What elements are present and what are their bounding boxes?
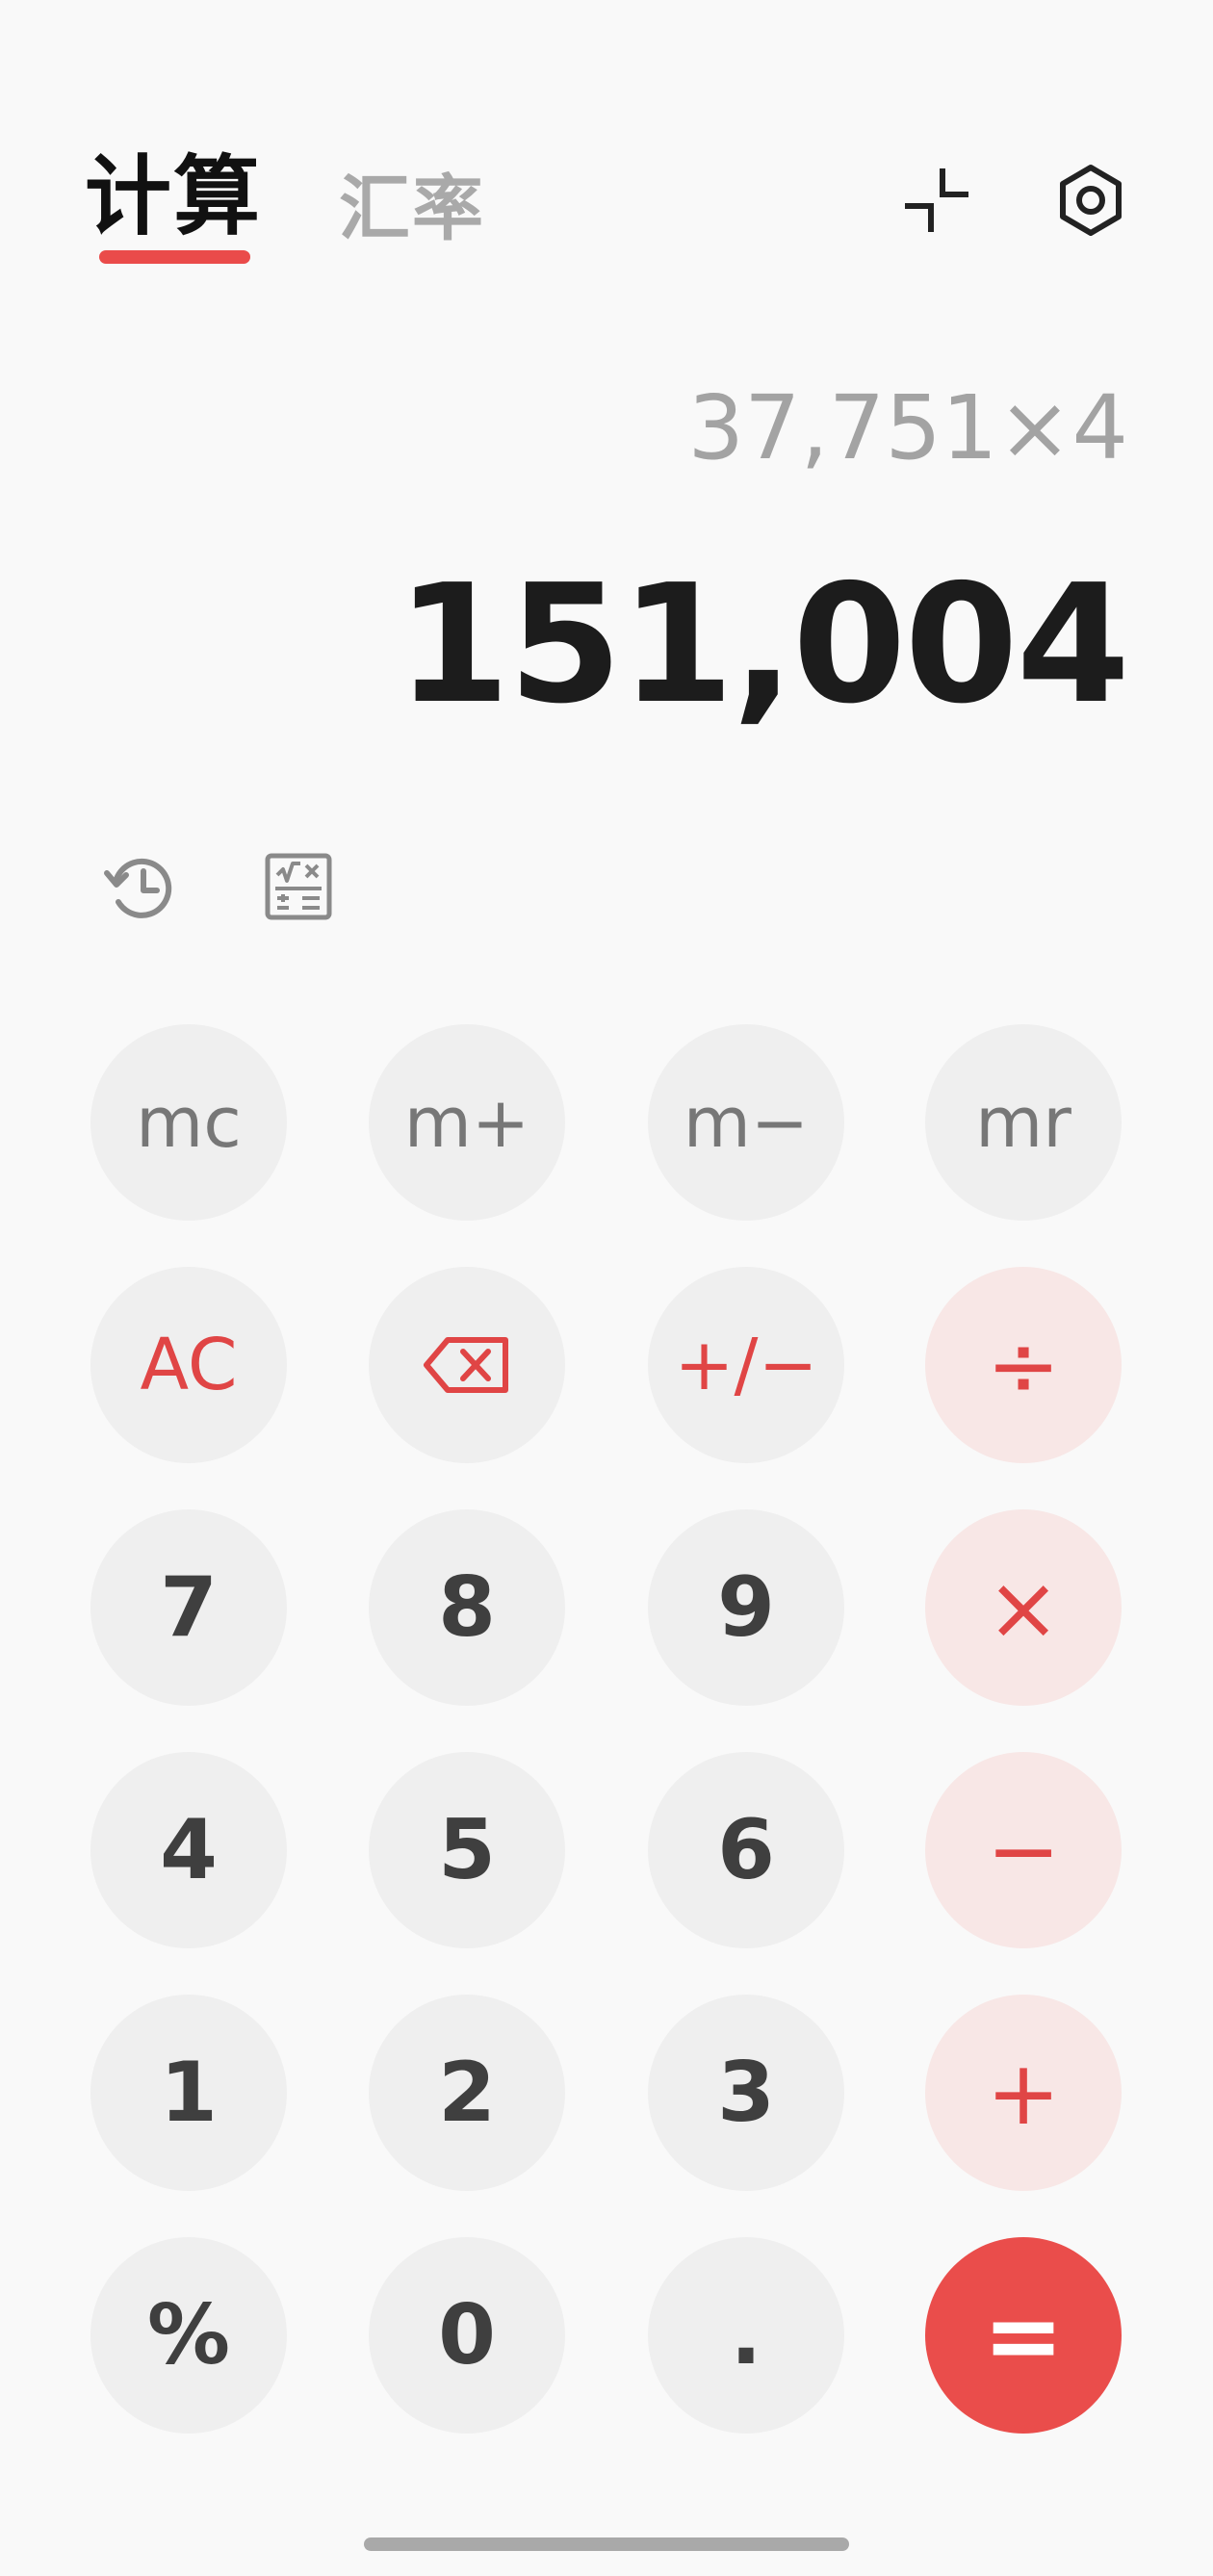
m-plus-label: m+ — [403, 1082, 530, 1163]
digit-9-button[interactable]: 9 — [648, 1509, 844, 1706]
percent-button[interactable]: % — [90, 2237, 287, 2434]
plus-label: + — [986, 2041, 1061, 2145]
digit-9-label: 9 — [717, 1559, 775, 1656]
digit-3-label: 3 — [717, 2045, 775, 2141]
plus-minus-button[interactable]: +/− — [648, 1267, 844, 1463]
expression-display: 37,751×4 — [687, 376, 1128, 479]
mc-button[interactable]: mc — [90, 1024, 287, 1221]
divide-button[interactable]: ÷ — [925, 1267, 1122, 1463]
all-clear-label: AC — [140, 1324, 238, 1406]
digit-6-label: 6 — [717, 1802, 775, 1898]
shrink-icon[interactable] — [889, 152, 985, 248]
settings-icon[interactable] — [1043, 152, 1139, 248]
minus-label: − — [986, 1798, 1061, 1902]
divide-label: ÷ — [986, 1313, 1061, 1417]
digit-4-button[interactable]: 4 — [90, 1752, 287, 1948]
digit-6-button[interactable]: 6 — [648, 1752, 844, 1948]
backspace-button[interactable] — [369, 1267, 565, 1463]
history-icon[interactable] — [93, 840, 186, 933]
digit-3-button[interactable]: 3 — [648, 1995, 844, 2191]
calculator-app: 计算 汇率 37,751×4 151,004 mc m+ m− mr AC +/… — [0, 0, 1213, 2576]
digit-2-button[interactable]: 2 — [369, 1995, 565, 2191]
scientific-calculator-icon[interactable] — [252, 840, 345, 933]
percent-label: % — [146, 2287, 231, 2383]
home-indicator-bar[interactable] — [364, 2537, 849, 2551]
m-plus-button[interactable]: m+ — [369, 1024, 565, 1221]
digit-4-label: 4 — [160, 1802, 218, 1898]
digit-1-label: 1 — [160, 2045, 218, 2141]
digit-7-button[interactable]: 7 — [90, 1509, 287, 1706]
tab-calculate[interactable]: 计算 — [85, 144, 262, 250]
mr-button[interactable]: mr — [925, 1024, 1122, 1221]
backspace-icon — [424, 1337, 508, 1393]
plus-minus-label: +/− — [674, 1324, 818, 1406]
digit-8-button[interactable]: 8 — [369, 1509, 565, 1706]
equals-label: = — [983, 2279, 1064, 2392]
minus-button[interactable]: − — [925, 1752, 1122, 1948]
digit-5-button[interactable]: 5 — [369, 1752, 565, 1948]
digit-2-label: 2 — [438, 2045, 496, 2141]
multiply-button[interactable]: × — [925, 1509, 1122, 1706]
mr-label: mr — [975, 1082, 1071, 1163]
result-display: 151,004 — [396, 550, 1130, 740]
tab-exchange-rate[interactable]: 汇率 — [339, 156, 485, 262]
all-clear-button[interactable]: AC — [90, 1267, 287, 1463]
digit-0-label: 0 — [438, 2287, 496, 2383]
digit-7-label: 7 — [160, 1559, 218, 1656]
digit-0-button[interactable]: 0 — [369, 2237, 565, 2434]
digit-5-label: 5 — [438, 1802, 496, 1898]
decimal-point-button[interactable]: . — [648, 2237, 844, 2434]
multiply-label: × — [986, 1556, 1061, 1660]
digit-8-label: 8 — [438, 1559, 496, 1656]
active-tab-indicator — [99, 250, 250, 264]
plus-button[interactable]: + — [925, 1995, 1122, 2191]
decimal-point-label: . — [730, 2287, 762, 2383]
digit-1-button[interactable]: 1 — [90, 1995, 287, 2191]
m-minus-label: m− — [683, 1082, 810, 1163]
equals-button[interactable]: = — [925, 2237, 1122, 2434]
mc-label: mc — [136, 1082, 242, 1163]
m-minus-button[interactable]: m− — [648, 1024, 844, 1221]
